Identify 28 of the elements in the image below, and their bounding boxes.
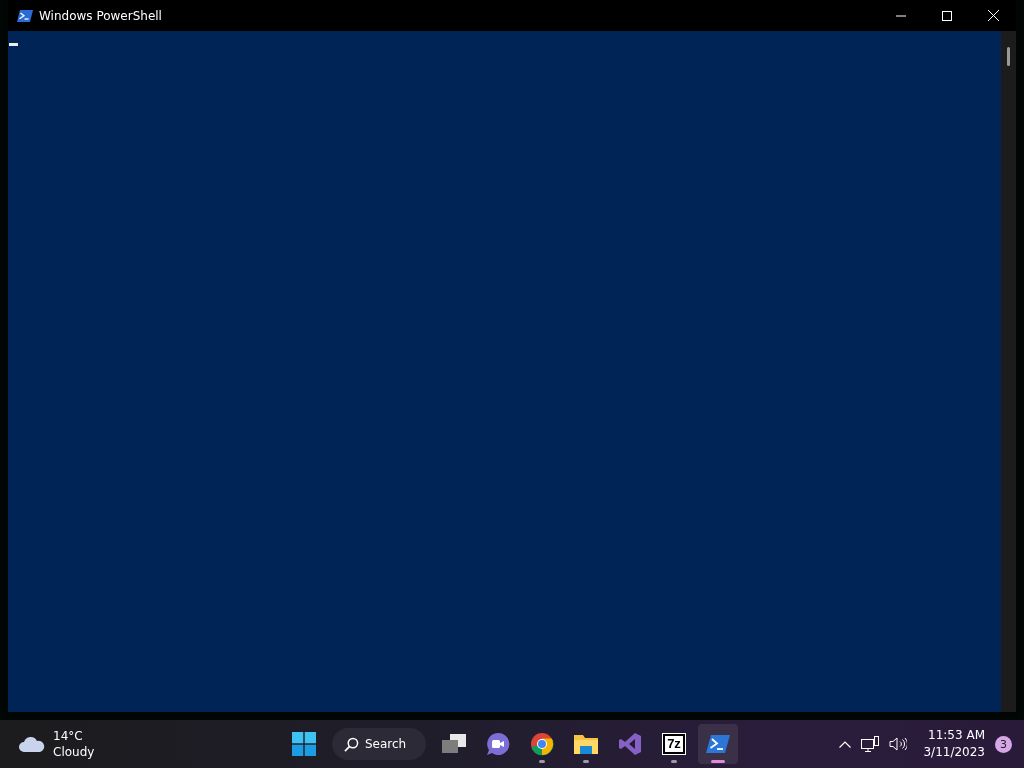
cloud-icon	[19, 736, 45, 752]
folder-icon	[573, 733, 599, 755]
taskbar-app-button[interactable]	[698, 724, 738, 764]
weather-condition: Cloudy	[53, 744, 95, 760]
search-button[interactable]: Search	[332, 728, 426, 760]
close-icon	[987, 10, 999, 21]
video-chat-icon	[486, 732, 510, 756]
speaker-icon[interactable]	[889, 737, 908, 751]
taskbar-app-button[interactable]: 7z	[654, 724, 694, 764]
scrollbar-thumb[interactable]	[1007, 47, 1010, 66]
maximize-icon	[942, 10, 952, 21]
powershell-icon	[17, 8, 33, 23]
window-title: Windows PowerShell	[39, 8, 162, 23]
scrollbar[interactable]	[1001, 31, 1016, 712]
clock-time[interactable]: 11:53 AM	[928, 727, 985, 744]
powershell-icon	[706, 734, 730, 754]
search-icon	[344, 736, 359, 752]
browser-icon	[530, 732, 554, 756]
network-icon[interactable]	[861, 736, 880, 752]
chevron-up-icon[interactable]	[839, 740, 852, 748]
four-squares-icon	[292, 732, 316, 756]
temperature-text: 14°C	[53, 728, 84, 744]
archive-app-icon: 7z	[663, 734, 685, 754]
infinity-loop-icon	[618, 732, 642, 756]
notification-badge[interactable]: 3	[995, 735, 1012, 753]
text-cursor	[9, 43, 18, 46]
clock-date[interactable]: 3/11/2023	[923, 744, 985, 761]
overlapping-windows-icon	[441, 733, 467, 755]
